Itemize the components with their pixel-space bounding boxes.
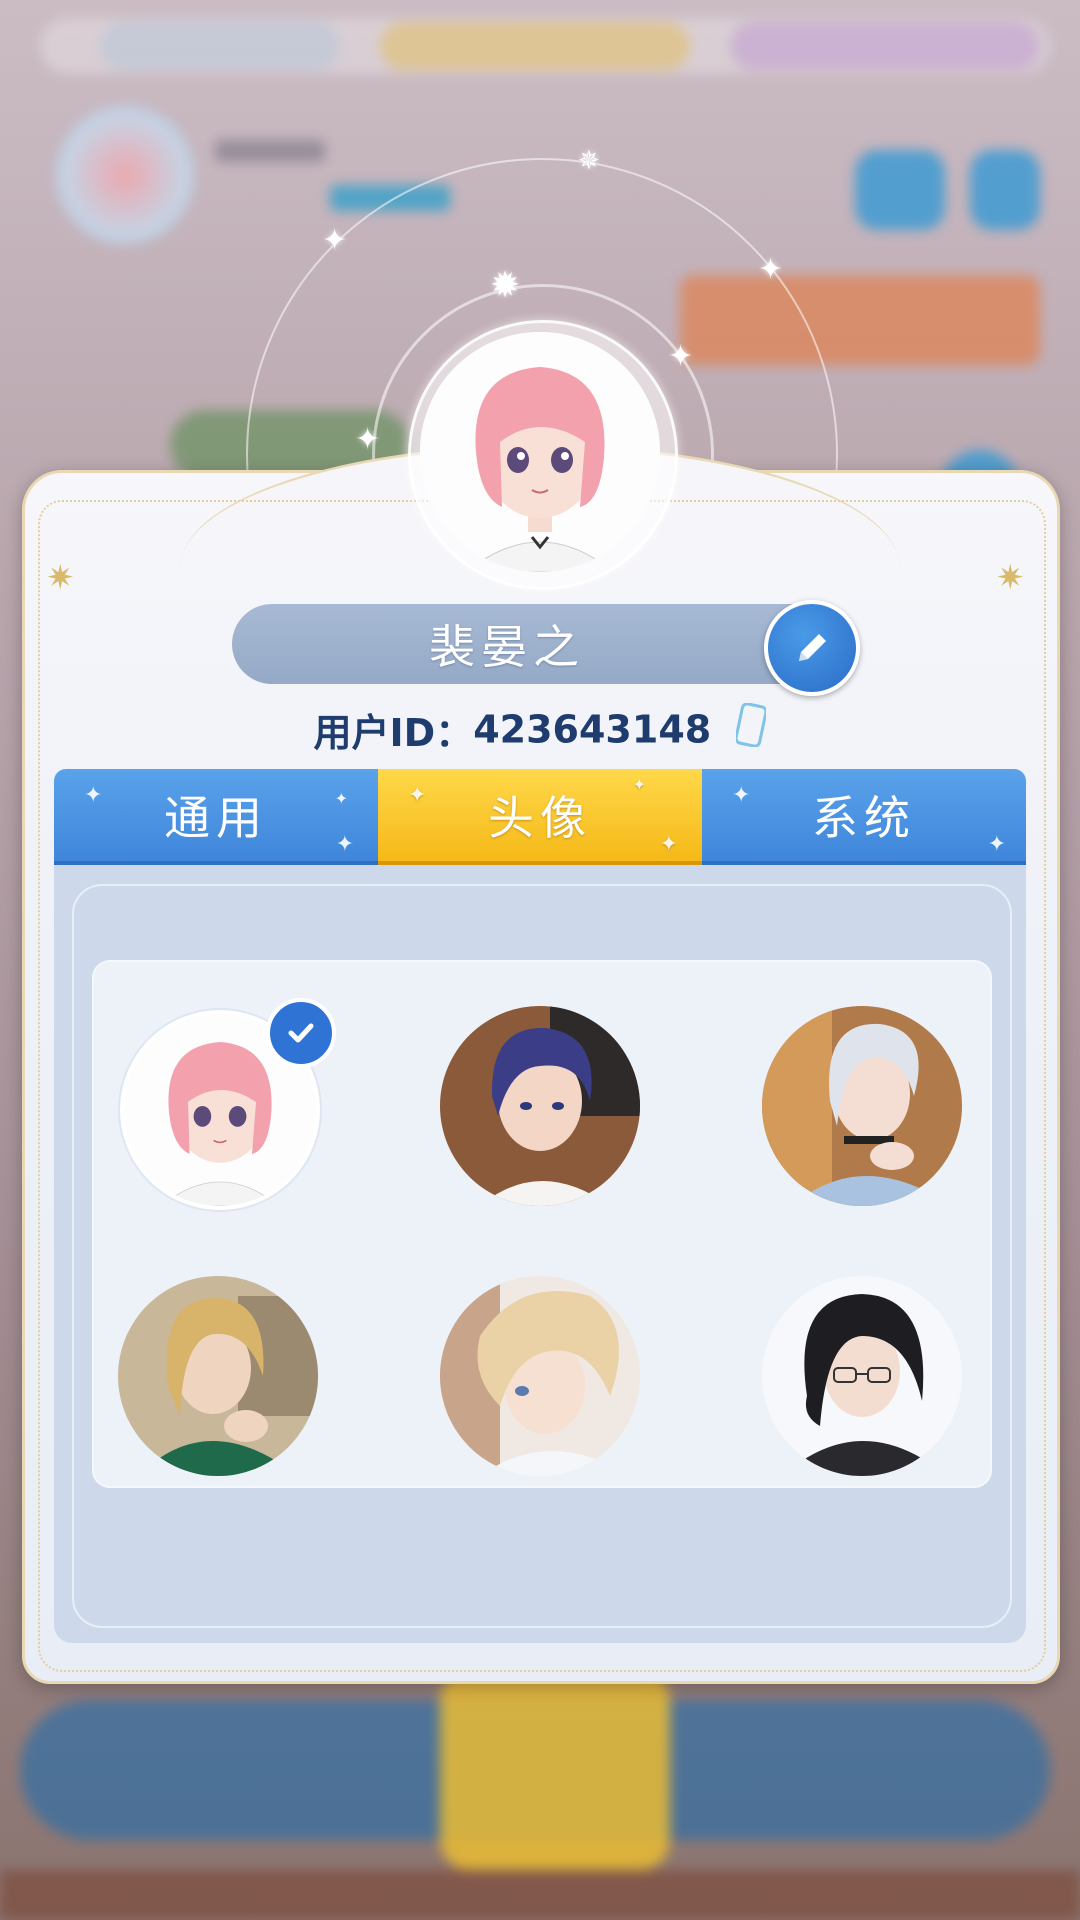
user-id-row: 用户ID：423643148 xyxy=(0,702,1080,757)
main-avatar[interactable] xyxy=(420,332,660,572)
settings-tabs: ✦ ✦ ✦ 通用 ✦ ✦ ✦ 头像 ✦ ✦ 系统 xyxy=(54,769,1026,865)
avatar-option-2[interactable] xyxy=(440,1006,640,1206)
sparkle-star-icon: ✦ xyxy=(322,223,348,258)
tab-system-label: 系统 xyxy=(812,791,916,845)
user-id-label: 用户ID： xyxy=(313,711,474,755)
tab-avatar-label: 头像 xyxy=(488,791,592,845)
black-hair-glasses-man-portrait xyxy=(762,1276,962,1476)
bg-resource-2 xyxy=(380,22,690,70)
blue-hair-man-portrait xyxy=(440,1006,640,1206)
sparkle-icon: ✦ xyxy=(335,832,360,857)
sparkle-icon: ✦ xyxy=(408,783,433,808)
pencil-icon xyxy=(799,634,826,661)
avatar-option-6[interactable] xyxy=(762,1276,962,1476)
tab-general[interactable]: ✦ ✦ ✦ 通用 xyxy=(54,769,378,865)
bg-button-1 xyxy=(855,150,945,230)
blond-hair-man-portrait xyxy=(118,1276,318,1476)
sparkle-icon: ✦ xyxy=(987,832,1012,857)
avatar-option-4[interactable] xyxy=(118,1276,318,1476)
tab-avatar[interactable]: ✦ ✦ ✦ 头像 xyxy=(378,769,702,865)
copy-id-button[interactable] xyxy=(734,702,768,756)
bg-button-2 xyxy=(970,150,1040,230)
checkmark-icon xyxy=(288,1023,314,1043)
avatar-option-5[interactable] xyxy=(440,1276,640,1476)
sparkle-star-icon: ✦ xyxy=(758,252,784,287)
user-id-value: 423643148 xyxy=(473,707,712,752)
silver-hair-man-portrait xyxy=(762,1006,962,1206)
compass-star-icon: ✹ xyxy=(490,265,521,306)
selected-check-badge xyxy=(266,998,336,1068)
corner-star-ornament-icon: ✷ xyxy=(996,558,1025,598)
phone-copy-icon xyxy=(734,702,768,748)
bg-player-name xyxy=(215,140,325,162)
sparkle-icon: ✦ xyxy=(632,775,652,794)
sparkle-icon: ✦ xyxy=(732,783,757,808)
sparkle-icon: ✦ xyxy=(334,789,354,808)
bg-player-avatar xyxy=(55,105,195,245)
sparkle-icon: ✦ xyxy=(659,832,684,857)
tab-system[interactable]: ✦ ✦ 系统 xyxy=(702,769,1026,865)
bg-resource-3 xyxy=(730,22,1040,70)
tab-general-label: 通用 xyxy=(164,791,268,845)
bg-bottom-center-button xyxy=(440,1670,670,1870)
pink-hair-girl-portrait xyxy=(420,332,660,572)
edit-name-button[interactable] xyxy=(764,600,860,696)
player-name-bar: 裴晏之 xyxy=(232,604,842,684)
sparkle-icon: ✦ xyxy=(84,783,109,808)
player-name: 裴晏之 xyxy=(429,620,585,674)
compass-star-icon: ✵ xyxy=(578,146,600,176)
bg-floor xyxy=(0,1870,1080,1920)
avatar-option-3[interactable] xyxy=(762,1006,962,1206)
light-blond-man-portrait xyxy=(440,1276,640,1476)
sparkle-star-icon: ✦ xyxy=(355,422,381,457)
corner-star-ornament-icon: ✷ xyxy=(46,558,75,598)
bg-resource-1 xyxy=(100,22,340,70)
sparkle-star-icon: ✦ xyxy=(668,339,694,374)
